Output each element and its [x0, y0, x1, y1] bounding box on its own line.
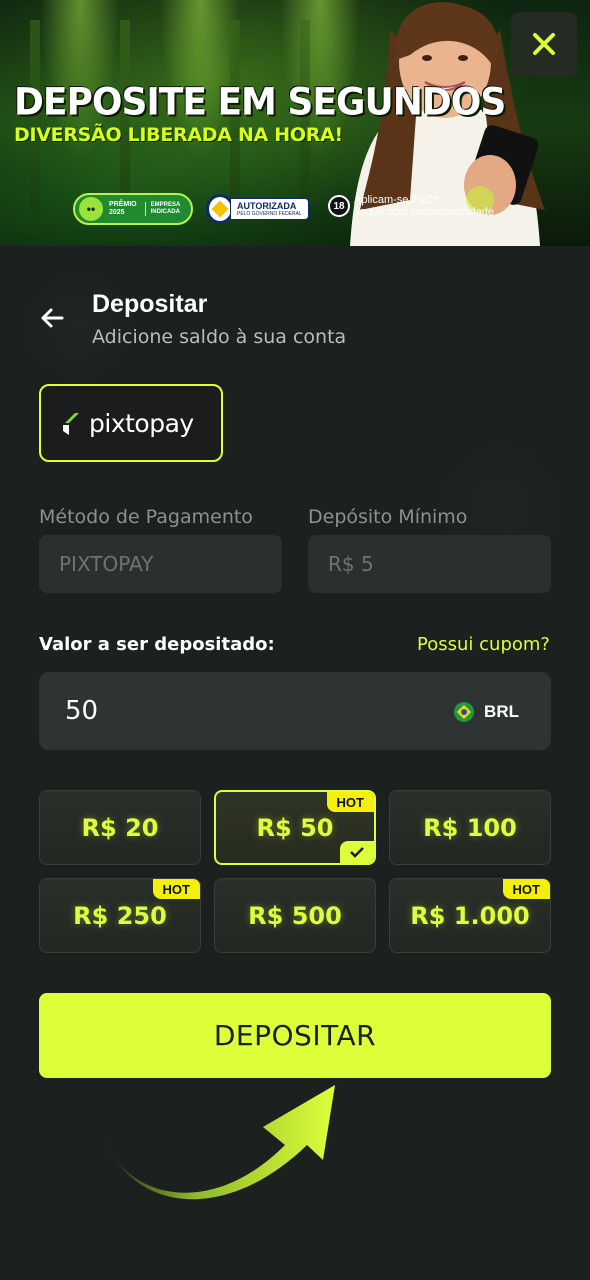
age-badge: 18 Aplicam-se T&C*. Jogue com responsabi… [328, 194, 494, 218]
amount-value[interactable]: 50 [65, 696, 98, 726]
page-title: Depositar [92, 290, 208, 318]
hot-badge: HOT [326, 792, 374, 812]
authorized-badge: AUTORIZADA PELO GOVERNO FEDERAL [206, 194, 309, 224]
page-subtitle: Adicione saldo à sua conta [92, 326, 347, 348]
amount-label: Valor a ser depositado: [39, 634, 275, 655]
award-line-4: INDICADA [150, 209, 180, 215]
payment-provider-pixtopay[interactable]: pixtopay [39, 384, 223, 462]
preset-amount-50[interactable]: R$ 50 HOT [214, 790, 376, 865]
currency-selector: BRL [454, 702, 519, 722]
method-label: Método de Pagamento [39, 506, 253, 528]
mascot-icon: •• [79, 197, 103, 221]
method-field: PIXTOPAY [39, 535, 282, 593]
preset-amount-500[interactable]: R$ 500 [214, 878, 376, 953]
responsibility-text: Jogue com responsabilidade [354, 206, 495, 218]
preset-label: R$ 500 [248, 901, 342, 930]
banner-headline: DEPOSITE EM SEGUNDOS [14, 80, 506, 124]
terms-text: Aplicam-se T&C*. [354, 194, 441, 206]
arrow-left-icon[interactable] [38, 304, 66, 332]
coupon-link[interactable]: Possui cupom? [417, 634, 550, 655]
preset-label: R$ 20 [81, 813, 159, 842]
min-deposit-label: Depósito Mínimo [308, 506, 468, 528]
authorized-label: AUTORIZADA [237, 201, 297, 211]
preset-label: R$ 250 [73, 901, 167, 930]
award-line-1: PRÊMIO [109, 201, 137, 208]
preset-amount-1000[interactable]: R$ 1.000 HOT [389, 878, 551, 953]
close-button[interactable] [511, 12, 577, 76]
hot-badge: HOT [502, 879, 550, 899]
min-deposit-field: R$ 5 [308, 535, 551, 593]
preset-amount-250[interactable]: R$ 250 HOT [39, 878, 201, 953]
deposit-button[interactable]: DEPOSITAR [39, 993, 551, 1078]
award-line-3: EMPRESA [150, 202, 181, 208]
currency-code: BRL [484, 702, 519, 721]
preset-label: R$ 50 [256, 813, 334, 842]
pixtopay-logo-icon [63, 413, 79, 435]
banner-subline: DIVERSÃO LIBERADA NA HORA! [14, 124, 343, 146]
preset-label: R$ 100 [423, 813, 517, 842]
curved-arrow-icon [100, 1085, 335, 1200]
preset-label: R$ 1.000 [410, 901, 530, 930]
award-line-2: 2025 [109, 209, 125, 216]
checkmark-icon [340, 841, 374, 863]
authorized-sub: PELO GOVERNO FEDERAL [237, 211, 302, 217]
preset-amount-20[interactable]: R$ 20 [39, 790, 201, 865]
promo-banner[interactable]: DEPOSITE EM SEGUNDOS DIVERSÃO LIBERADA N… [0, 0, 590, 246]
preset-amount-100[interactable]: R$ 100 [389, 790, 551, 865]
provider-name: pixtopay [89, 408, 194, 438]
age-18-icon: 18 [328, 195, 350, 217]
amount-input[interactable]: 50 BRL [39, 672, 551, 750]
close-icon [533, 33, 555, 55]
brazil-flag-icon [454, 702, 475, 722]
hot-badge: HOT [152, 879, 200, 899]
award-badge: •• PRÊMIO 2025 EMPRESA INDICADA [73, 193, 193, 225]
